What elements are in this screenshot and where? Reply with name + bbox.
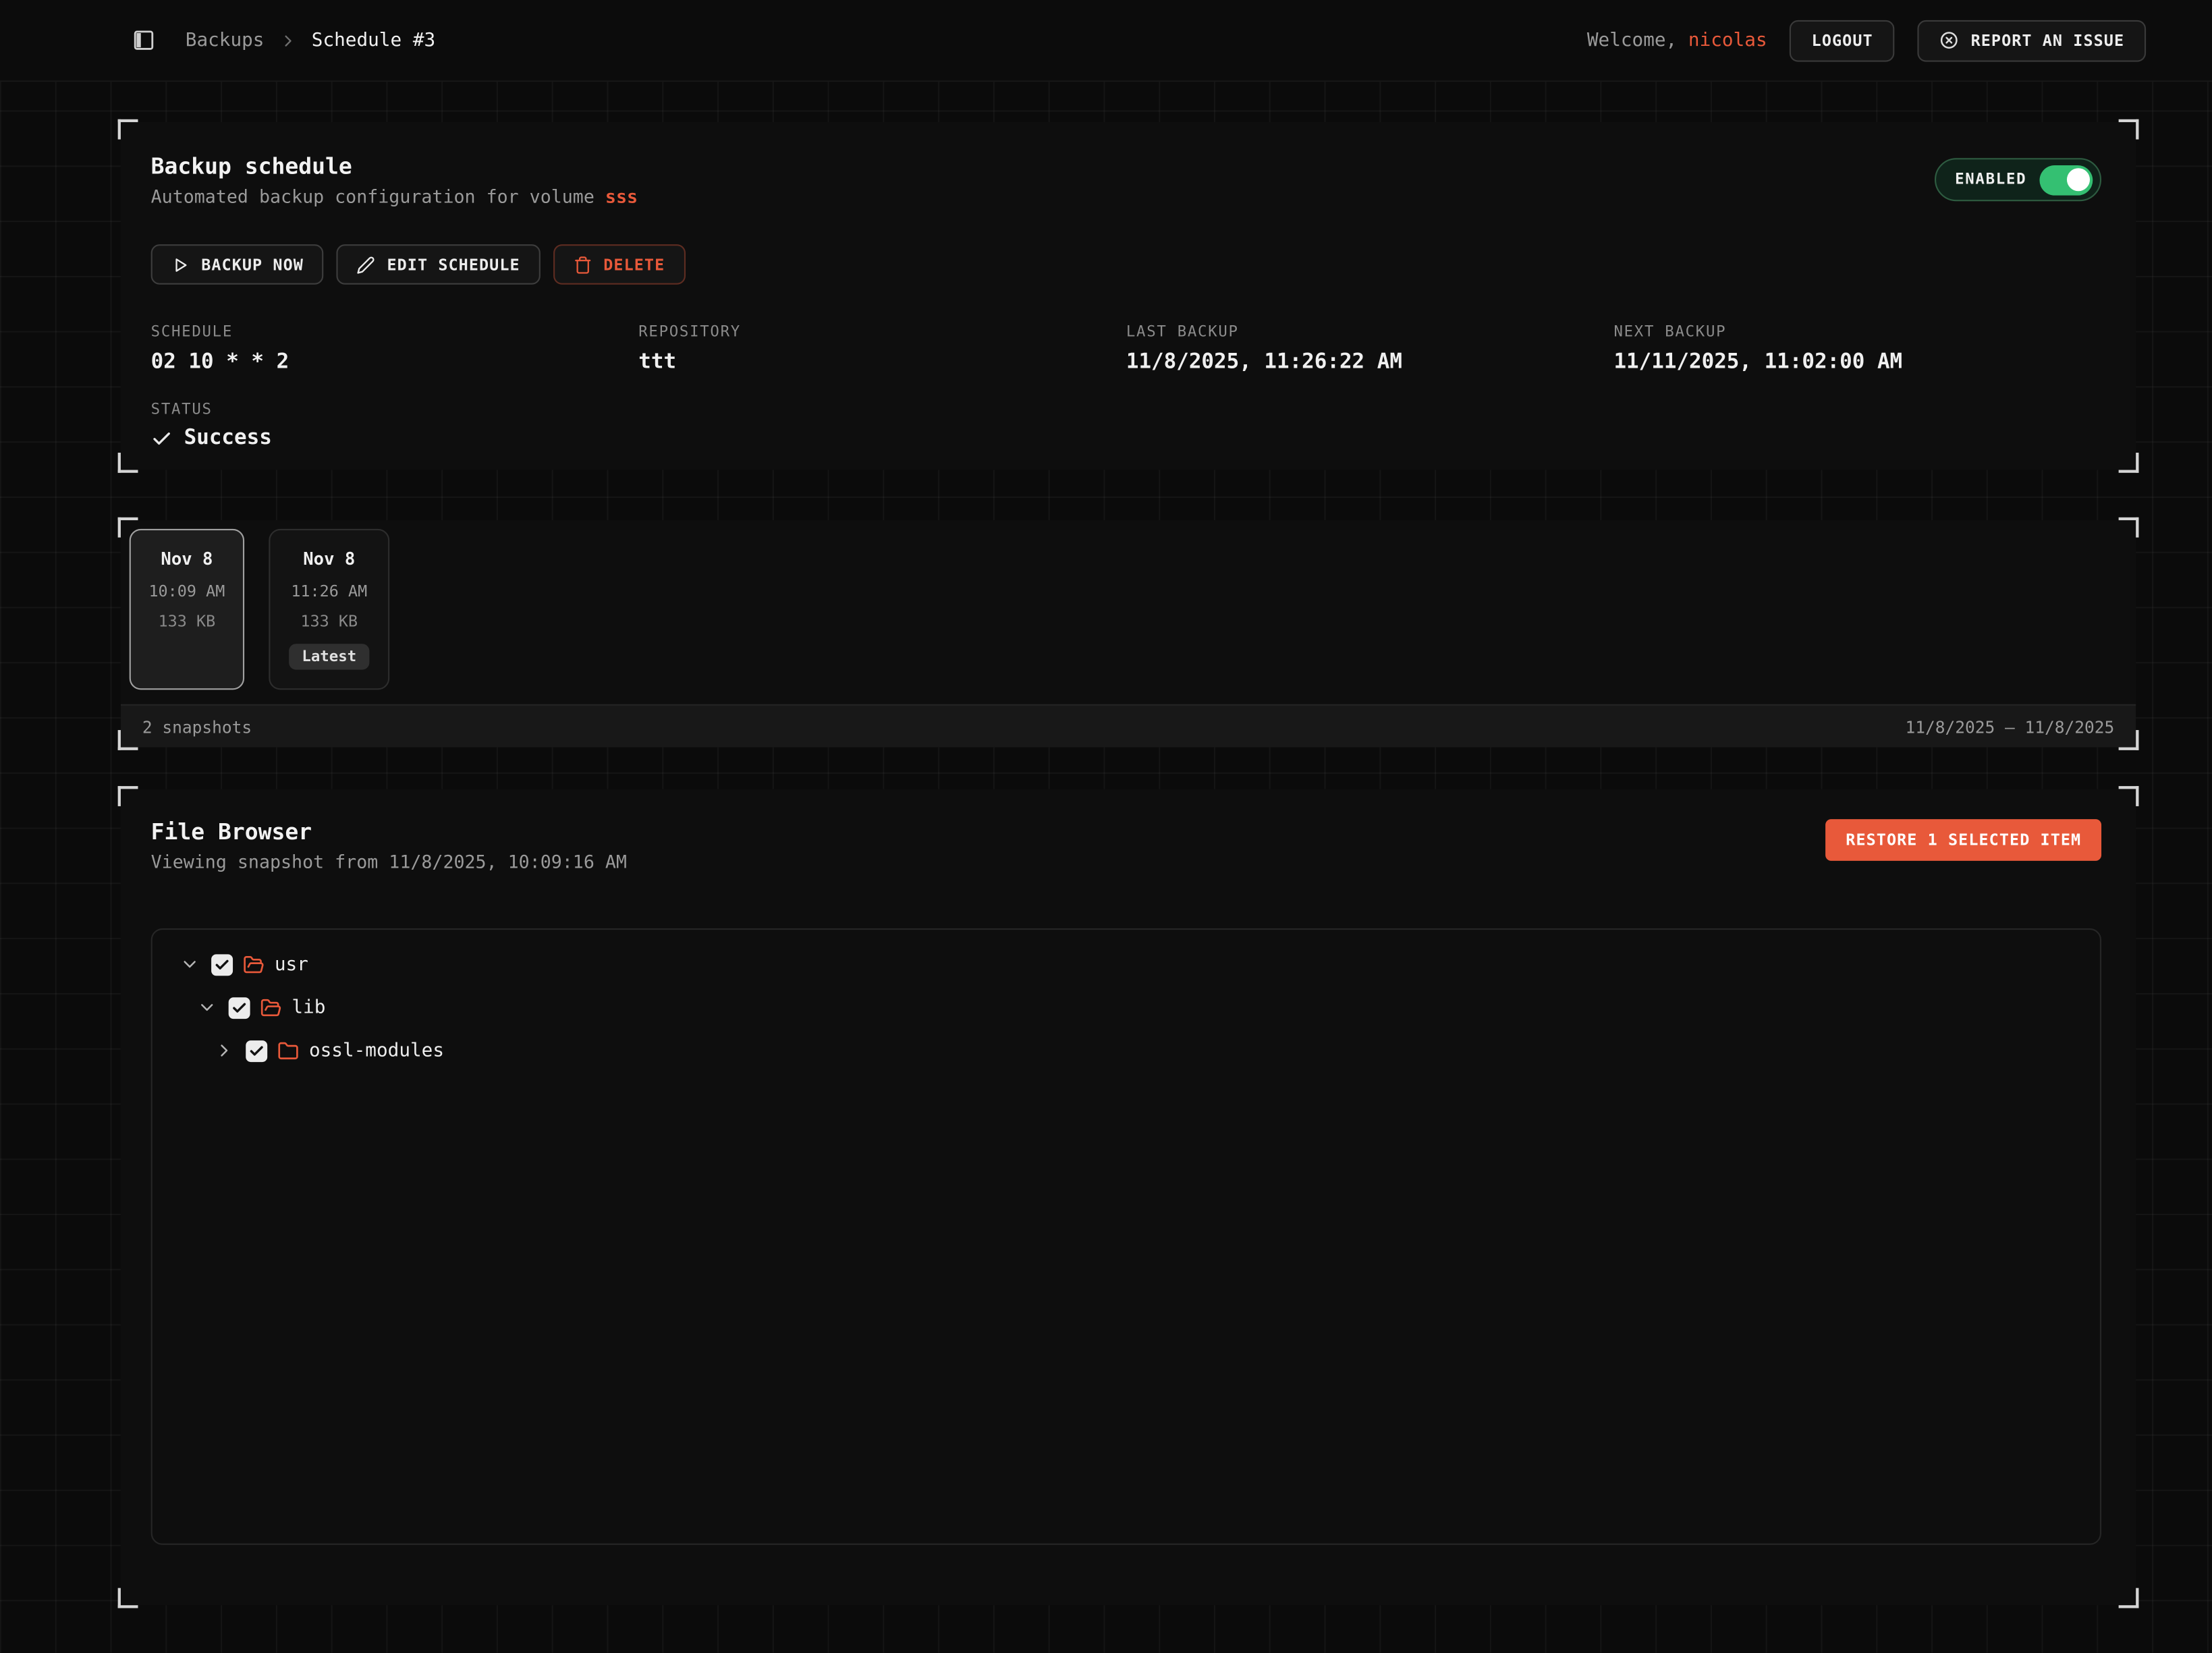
edit-schedule-button[interactable]: EDIT SCHEDULE <box>337 244 541 285</box>
snapshot-list: Nov 8 10:09 AM 133 KB Nov 8 11:26 AM 133 KB La… <box>121 520 2136 690</box>
field-value: 11/11/2025, 11:02:00 AM <box>1613 351 2101 374</box>
chevron-right-icon <box>279 31 298 50</box>
field-repository: REPOSITORY ttt <box>638 323 1126 374</box>
latest-badge: Latest <box>289 644 369 669</box>
frame-corner <box>2119 1588 2139 1608</box>
edit-schedule-label: EDIT SCHEDULE <box>387 255 520 274</box>
volume-name: sss <box>605 186 638 207</box>
delete-button[interactable]: DELETE <box>553 244 685 285</box>
chevron-down-icon[interactable] <box>179 954 201 974</box>
delete-label: DELETE <box>603 255 665 274</box>
schedule-actions: BACKUP NOW EDIT SCHEDULE DELETE <box>151 244 2101 285</box>
play-icon <box>171 255 190 274</box>
snapshot-date-range: 11/8/2025 – 11/8/2025 <box>1906 717 2115 737</box>
tree-row[interactable]: ossl-modules <box>164 1029 2089 1072</box>
field-label: LAST BACKUP <box>1126 323 1614 341</box>
folder-open-icon <box>260 997 282 1018</box>
subtitle-prefix: Automated backup configuration for volum… <box>151 186 595 207</box>
pencil-icon <box>357 255 376 274</box>
field-last-backup: LAST BACKUP 11/8/2025, 11:26:22 AM <box>1126 323 1614 374</box>
frame-corner <box>2119 453 2139 473</box>
file-browser-title: File Browser <box>151 819 2101 845</box>
snapshot-card[interactable]: Nov 8 10:09 AM 133 KB <box>130 529 244 690</box>
frame-corner <box>118 1588 138 1608</box>
welcome-prefix: Welcome, <box>1587 30 1677 51</box>
tree-checkbox[interactable] <box>229 997 250 1018</box>
frame-corner <box>118 453 138 473</box>
frame-corner <box>2119 119 2139 140</box>
tree-checkbox[interactable] <box>246 1040 267 1061</box>
tree-row[interactable]: usr <box>164 943 2089 986</box>
panel-left-icon <box>132 29 155 52</box>
tree-item-label: ossl-modules <box>309 1040 444 1061</box>
enabled-toggle[interactable]: ENABLED <box>1935 158 2101 201</box>
file-tree: usr lib ossl-modules <box>151 928 2101 1545</box>
top-bar: Backups Schedule #3 Welcome, nicolas LOG… <box>0 0 2212 82</box>
toggle-track[interactable] <box>2039 165 2093 195</box>
main-content: Backup schedule Automated backup configu… <box>121 122 2136 1605</box>
snapshot-date: Nov 8 <box>161 549 213 569</box>
restore-selected-button[interactable]: RESTORE 1 SELECTED ITEM <box>1825 819 2101 861</box>
snapshot-card[interactable]: Nov 8 11:26 AM 133 KB Latest <box>269 529 389 690</box>
tree-checkbox[interactable] <box>211 953 233 975</box>
breadcrumb-section[interactable]: Backups <box>186 30 265 51</box>
field-label: SCHEDULE <box>151 323 639 341</box>
snapshot-count: 2 snapshots <box>142 717 252 737</box>
tree-item-label: lib <box>292 997 325 1018</box>
logout-button[interactable]: LOGOUT <box>1790 20 1895 61</box>
circle-x-icon <box>1939 30 1960 51</box>
snapshot-time: 11:26 AM <box>291 582 367 601</box>
file-browser-subtitle: Viewing snapshot from 11/8/2025, 10:09:1… <box>151 851 2101 872</box>
frame-corner <box>2119 786 2139 806</box>
field-schedule: SCHEDULE 02 10 * * 2 <box>151 323 639 374</box>
field-label: REPOSITORY <box>638 323 1126 341</box>
report-issue-button[interactable]: REPORT AN ISSUE <box>1918 20 2146 61</box>
frame-corner <box>118 786 138 806</box>
field-value: 02 10 * * 2 <box>151 351 639 374</box>
schedule-fields: SCHEDULE 02 10 * * 2 REPOSITORY tttLAST BAC… <box>151 323 2101 374</box>
tree-row[interactable]: lib <box>164 986 2089 1029</box>
snapshot-size: 133 KB <box>159 612 216 631</box>
status-value: Success <box>184 427 272 450</box>
chevron-right-icon[interactable] <box>214 1040 236 1061</box>
report-issue-label: REPORT AN ISSUE <box>1971 31 2125 50</box>
snapshot-time: 10:09 AM <box>148 582 225 601</box>
field-next-backup: NEXT BACKUP 11/11/2025, 11:02:00 AM <box>1613 323 2101 374</box>
folder-open-icon <box>243 953 265 975</box>
snapshot-date: Nov 8 <box>303 549 355 569</box>
app-viewport: Backups Schedule #3 Welcome, nicolas LOG… <box>0 0 2212 1653</box>
field-value: ttt <box>638 351 1126 374</box>
frame-corner <box>118 119 138 140</box>
sidebar-toggle-button[interactable] <box>130 26 159 55</box>
tree-item-label: usr <box>275 953 308 975</box>
snapshot-size: 133 KB <box>300 612 358 631</box>
backup-now-button[interactable]: BACKUP NOW <box>151 244 324 285</box>
breadcrumb-current: Schedule #3 <box>312 30 435 51</box>
username: nicolas <box>1688 30 1767 51</box>
toggle-knob <box>2066 168 2089 191</box>
enabled-toggle-label: ENABLED <box>1955 171 2026 188</box>
timeline-footer: 2 snapshots 11/8/2025 – 11/8/2025 <box>121 704 2136 748</box>
trash-icon <box>574 255 592 274</box>
welcome-text: Welcome, nicolas <box>1587 30 1767 51</box>
check-icon <box>151 428 173 449</box>
status-label: STATUS <box>151 401 2101 418</box>
snapshot-timeline-panel: Nov 8 10:09 AM 133 KB Nov 8 11:26 AM 133 KB La… <box>121 520 2136 748</box>
field-label: NEXT BACKUP <box>1613 323 2101 341</box>
schedule-panel-title: Backup schedule <box>151 154 2101 179</box>
chevron-down-icon[interactable] <box>197 997 219 1017</box>
schedule-panel-subtitle: Automated backup configuration for volum… <box>151 186 2101 207</box>
file-browser-panel: File Browser Viewing snapshot from 11/8/… <box>121 789 2136 1605</box>
backup-schedule-panel: Backup schedule Automated backup configu… <box>121 122 2136 470</box>
field-value: 11/8/2025, 11:26:22 AM <box>1126 351 1614 374</box>
backup-now-label: BACKUP NOW <box>201 255 304 274</box>
status-field: STATUS Success <box>151 401 2101 449</box>
folder-icon <box>277 1040 299 1061</box>
breadcrumb: Backups Schedule #3 <box>186 30 435 51</box>
